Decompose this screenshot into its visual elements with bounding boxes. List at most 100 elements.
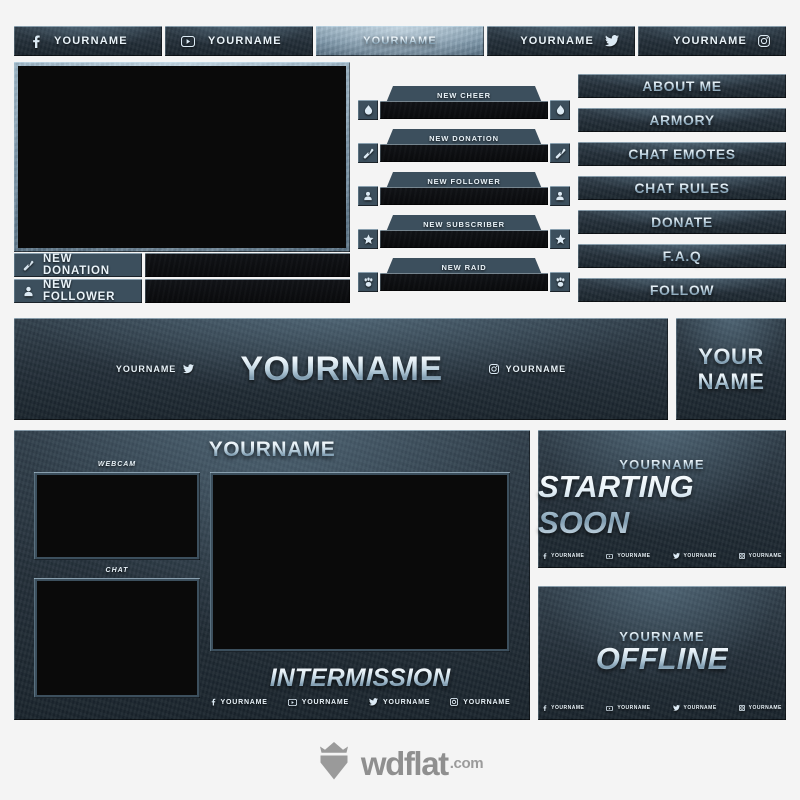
panel-button-armory[interactable]: ARMORY [578, 108, 786, 132]
alert-body-new-cheer [358, 100, 570, 120]
intermission-title: YOURNAME [14, 438, 530, 462]
facebook-icon [30, 35, 41, 48]
webcam-frame [34, 472, 200, 560]
intermission-social-facebook[interactable]: YOURNAME [210, 698, 268, 706]
starting-soon-social-facebook[interactable]: YOURNAME [542, 553, 584, 559]
intermission-footer: INTERMISSION YOURNAME YOURNAME YOURNAME [210, 664, 510, 706]
alert-body-new-raid [358, 272, 570, 292]
lower-third-slot-donation [145, 253, 350, 277]
offline-social-facebook[interactable]: YOURNAME [542, 705, 584, 711]
avatar-line-2: NAME [697, 368, 765, 394]
intermission-social-instagram[interactable]: YOURNAME [450, 698, 510, 706]
instagram-icon [758, 35, 770, 47]
starting-soon-social-instagram[interactable]: YOURNAME [738, 553, 782, 559]
brand-name: wdflat [360, 744, 449, 782]
shield-crown-icon [317, 741, 351, 786]
banner-twitter-label: YOURNAME [115, 364, 177, 374]
panel-button-donate[interactable]: DONATE [578, 210, 786, 234]
alert-body-new-subscriber [358, 229, 570, 249]
starting-soon-heading: STARTING SOON [538, 469, 786, 541]
brand-suffix: .com [449, 755, 484, 772]
lower-third-alerts: NEW DONATION NEW FOLLOWER [14, 253, 350, 303]
panel-label-faq: F.A.Q [662, 248, 702, 264]
youtube-icon [287, 698, 297, 706]
alert-box-list: NEW CHEER NEW DONATION NEW FOLLOWER NEW … [358, 86, 570, 301]
paw-icon [555, 277, 566, 288]
starting-soon-social-row: YOURNAME YOURNAME YOURNAME YOURNAME [538, 553, 786, 559]
youtube-icon [181, 35, 195, 47]
starting-soon-social-youtube[interactable]: YOURNAME [606, 553, 650, 559]
intermission-screen: YOURNAME WEBCAM CHAT INTERMISSION YOURNA… [14, 430, 530, 720]
banner-social-instagram[interactable]: YOURNAME [488, 364, 567, 374]
intermission-social-twitter[interactable]: YOURNAME [369, 698, 430, 706]
alert-badge-left-new-raid [358, 272, 378, 292]
star-icon [554, 233, 566, 245]
intermission-social-youtube[interactable]: YOURNAME [287, 698, 349, 706]
alert-box-new-cheer[interactable]: NEW CHEER [358, 86, 570, 120]
star-icon [362, 233, 374, 245]
alert-box-new-donation[interactable]: NEW DONATION [358, 129, 570, 163]
alert-label-new-donation: NEW DONATION [429, 133, 499, 143]
webcam-screen [37, 475, 197, 557]
alert-badge-left-new-donation [358, 143, 378, 163]
lower-third-slot-follower [145, 279, 350, 303]
top-bar-segment-center[interactable]: YOURNAME [316, 26, 484, 56]
alert-badge-right-new-subscriber [550, 229, 570, 249]
banner-title: YOURNAME [240, 349, 443, 388]
twitter-icon [183, 364, 195, 374]
alert-badge-left-new-follower [358, 186, 378, 206]
alert-label-new-cheer: NEW CHEER [437, 90, 491, 100]
top-bar-segment-youtube[interactable]: YOURNAME [165, 26, 313, 56]
top-bar-label-center: YOURNAME [363, 35, 437, 47]
panel-button-about-me[interactable]: ABOUT ME [578, 74, 786, 98]
starting-soon-social-label-youtube: YOURNAME [617, 553, 651, 559]
top-bar-segment-facebook[interactable]: YOURNAME [14, 26, 162, 56]
money-icon [555, 148, 566, 159]
offline-social-label-youtube: YOURNAME [617, 705, 651, 711]
twitter-icon [369, 698, 378, 706]
lower-third-row-donation[interactable]: NEW DONATION [14, 253, 350, 277]
offline-social-label-facebook: YOURNAME [551, 705, 585, 711]
alert-badge-left-new-cheer [358, 100, 378, 120]
panel-button-faq[interactable]: F.A.Q [578, 244, 786, 268]
twitter-icon [605, 35, 619, 47]
panel-button-chat-emotes[interactable]: CHAT EMOTES [578, 142, 786, 166]
facebook-icon [542, 705, 547, 711]
alert-box-new-raid[interactable]: NEW RAID [358, 258, 570, 292]
starting-soon-social-twitter[interactable]: YOURNAME [672, 553, 717, 559]
top-bar-segment-instagram[interactable]: YOURNAME [638, 26, 786, 56]
alert-box-new-follower[interactable]: NEW FOLLOWER [358, 172, 570, 206]
chat-screen [37, 581, 197, 695]
intermission-social-label-youtube: YOURNAME [301, 698, 349, 706]
alert-badge-right-new-raid [550, 272, 570, 292]
panel-label-follow: FOLLOW [649, 282, 715, 298]
brand-footer: wdflat .com [0, 741, 800, 786]
facebook-icon [210, 698, 216, 706]
alert-label-new-raid: NEW RAID [441, 262, 487, 272]
offline-social-youtube[interactable]: YOURNAME [606, 705, 650, 711]
banner-social-twitter[interactable]: YOURNAME [116, 364, 195, 374]
alert-body-new-follower [358, 186, 570, 206]
lower-third-row-follower[interactable]: NEW FOLLOWER [14, 279, 350, 303]
alert-slot-new-raid [380, 273, 548, 291]
chat-label: CHAT [105, 567, 129, 574]
panel-button-follow[interactable]: FOLLOW [578, 278, 786, 302]
alert-badge-right-new-cheer [550, 100, 570, 120]
offline-social-instagram[interactable]: YOURNAME [738, 705, 782, 711]
panel-button-chat-rules[interactable]: CHAT RULES [578, 176, 786, 200]
intermission-social-label-instagram: YOURNAME [463, 698, 511, 706]
top-bar-segment-twitter[interactable]: YOURNAME [487, 26, 635, 56]
alert-slot-new-subscriber [380, 230, 548, 248]
offline-social-twitter[interactable]: YOURNAME [672, 705, 717, 711]
alert-box-new-subscriber[interactable]: NEW SUBSCRIBER [358, 215, 570, 249]
banner-row: YOURNAME YOURNAME YOURNAME [116, 350, 566, 389]
offline-screen: YOURNAME OFFLINE YOURNAME YOURNAME YOURN… [538, 586, 786, 720]
money-icon [363, 148, 374, 159]
instagram-icon [488, 364, 499, 374]
lower-third-tag-donation: NEW DONATION [14, 253, 142, 277]
diamond-icon [556, 104, 565, 116]
alert-label-new-subscriber: NEW SUBSCRIBER [423, 219, 505, 229]
main-capture-frame [210, 472, 510, 652]
main-capture-screen [213, 475, 507, 649]
panel-label-armory: ARMORY [649, 112, 715, 128]
